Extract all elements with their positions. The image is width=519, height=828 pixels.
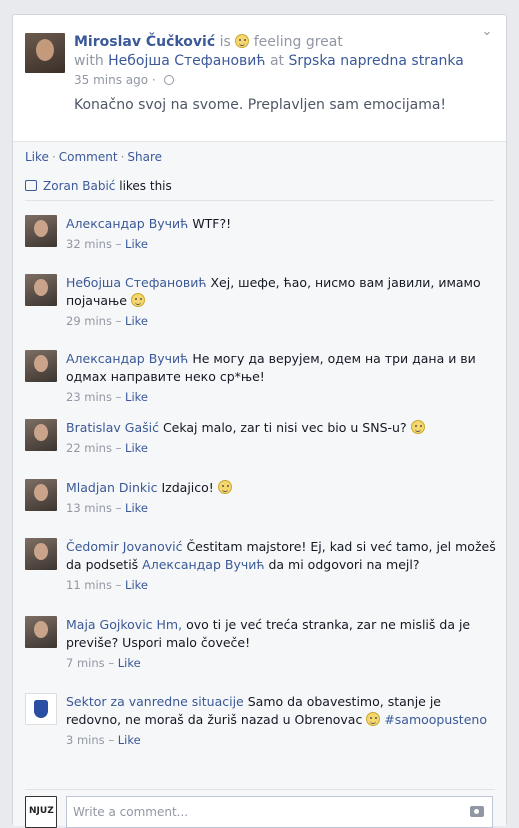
status-text: Konačno svoj na svome. Preplavljen sam e… [74, 97, 447, 113]
comment-time[interactable]: 13 mins [66, 501, 112, 515]
smile-emoji-icon [130, 293, 145, 307]
commenter-name[interactable]: Bratislav Gašić [66, 420, 159, 435]
time-separator: – [115, 441, 122, 455]
likes-row: Zoran Babić likes this [25, 169, 494, 201]
place-link[interactable]: Srpska napredna stranka [289, 53, 464, 69]
comment-like-button[interactable]: Like [125, 578, 148, 592]
commenter-avatar[interactable] [25, 616, 57, 648]
tagged-person[interactable]: Небојша Стефановић [108, 53, 265, 69]
comment-text: Izdajico! [161, 480, 214, 495]
commenter-name[interactable]: Sektor za vanredne situacije [66, 694, 244, 709]
comment-time[interactable]: 7 mins [66, 656, 105, 670]
with-text: with [74, 53, 104, 69]
comment-button[interactable]: Comment [59, 150, 118, 164]
comment-time[interactable]: 3 mins [66, 733, 105, 747]
globe-icon[interactable] [163, 75, 174, 85]
feedback-section: Zoran Babić likes this Александар Вучић … [13, 169, 506, 828]
comment-like-button[interactable]: Like [125, 441, 148, 455]
chevron-down-icon[interactable]: ⌄ [480, 25, 494, 39]
comment-input-placeholder: Write a comment... [73, 805, 189, 819]
comment-text: WTF?! [192, 216, 232, 231]
comment-like-button[interactable]: Like [125, 390, 148, 404]
comment-like-button[interactable]: Like [118, 656, 141, 670]
at-text: at [269, 53, 285, 69]
likes-suffix: likes this [119, 179, 172, 193]
post-card: ⌄ Miroslav Čučković is feeling great wit… [12, 14, 507, 828]
comment-time[interactable]: 29 mins [66, 314, 112, 328]
separator: · [120, 150, 125, 164]
comment-composer: NJUZ Write a comment... [25, 789, 495, 828]
comment-like-button[interactable]: Like [125, 314, 148, 328]
composer-avatar[interactable]: NJUZ [25, 796, 57, 828]
post-time-row: 35 mins ago · [74, 73, 174, 87]
like-button[interactable]: Like [25, 150, 49, 164]
thumbs-up-icon [25, 180, 37, 191]
author-name[interactable]: Miroslav Čučković [74, 34, 215, 50]
comment-input[interactable]: Write a comment... [66, 796, 493, 828]
commenter-avatar[interactable] [25, 479, 57, 511]
feeling-text: feeling great [253, 34, 343, 50]
commenter-avatar[interactable] [25, 350, 57, 382]
comment-text-end: da mi odgovori na mejl? [268, 557, 420, 572]
commenter-avatar[interactable] [25, 538, 57, 570]
avatar-logo-text: NJUZ [29, 806, 54, 816]
time-separator: – [108, 656, 115, 670]
separator: · [51, 150, 56, 164]
share-button[interactable]: Share [127, 150, 162, 164]
skeptical-emoji-icon [217, 480, 232, 494]
comment-text: Cekaj malo, zar ti nisi vec bio u SNS-u? [162, 420, 407, 435]
commenter-name[interactable]: Небојша Стефановић [66, 275, 207, 290]
is-text: is [219, 34, 231, 50]
commenter-avatar[interactable] [25, 419, 57, 451]
smile-emoji-icon [235, 34, 250, 48]
wink-emoji-icon [366, 712, 381, 726]
comment-time[interactable]: 32 mins [66, 237, 112, 251]
post-timestamp[interactable]: 35 mins ago [74, 73, 148, 87]
post-actions: Like · Comment · Share [13, 141, 506, 169]
commenter-name[interactable]: Александар Вучић [66, 216, 188, 231]
time-separator: – [108, 733, 115, 747]
mention-link[interactable]: Александар Вучић [142, 557, 264, 572]
comment-time[interactable]: 23 mins [66, 390, 112, 404]
hashtag-link[interactable]: #samoopusteno [384, 712, 487, 727]
comment-time[interactable]: 22 mins [66, 441, 112, 455]
commenter-name[interactable]: Čedomir Jovanović [66, 539, 182, 554]
comment-like-button[interactable]: Like [125, 501, 148, 515]
camera-icon[interactable] [470, 806, 484, 817]
time-separator: – [115, 578, 122, 592]
comment-time[interactable]: 11 mins [66, 578, 112, 592]
commenter-name[interactable]: Александар Вучић [66, 351, 188, 366]
time-separator: – [115, 390, 122, 404]
time-separator: – [115, 314, 122, 328]
commenter-avatar[interactable] [25, 274, 57, 306]
liker-name[interactable]: Zoran Babić [43, 179, 115, 193]
sad-emoji-icon [410, 420, 425, 434]
time-separator: – [115, 237, 122, 251]
commenter-avatar[interactable] [25, 215, 57, 247]
comment-like-button[interactable]: Like [125, 237, 148, 251]
commenter-name[interactable]: Mladjan Dinkic [66, 480, 158, 495]
comment-like-button[interactable]: Like [118, 733, 141, 747]
time-separator: – [115, 501, 122, 515]
commenter-name[interactable]: Maja Gojkovic Hm, [66, 617, 182, 632]
post-header: ⌄ Miroslav Čučković is feeling great wit… [13, 15, 506, 141]
commenter-avatar[interactable] [25, 693, 57, 725]
separator: · [151, 73, 156, 87]
post-headline: Miroslav Čučković is feeling great with … [74, 33, 474, 71]
author-avatar[interactable] [25, 33, 65, 73]
